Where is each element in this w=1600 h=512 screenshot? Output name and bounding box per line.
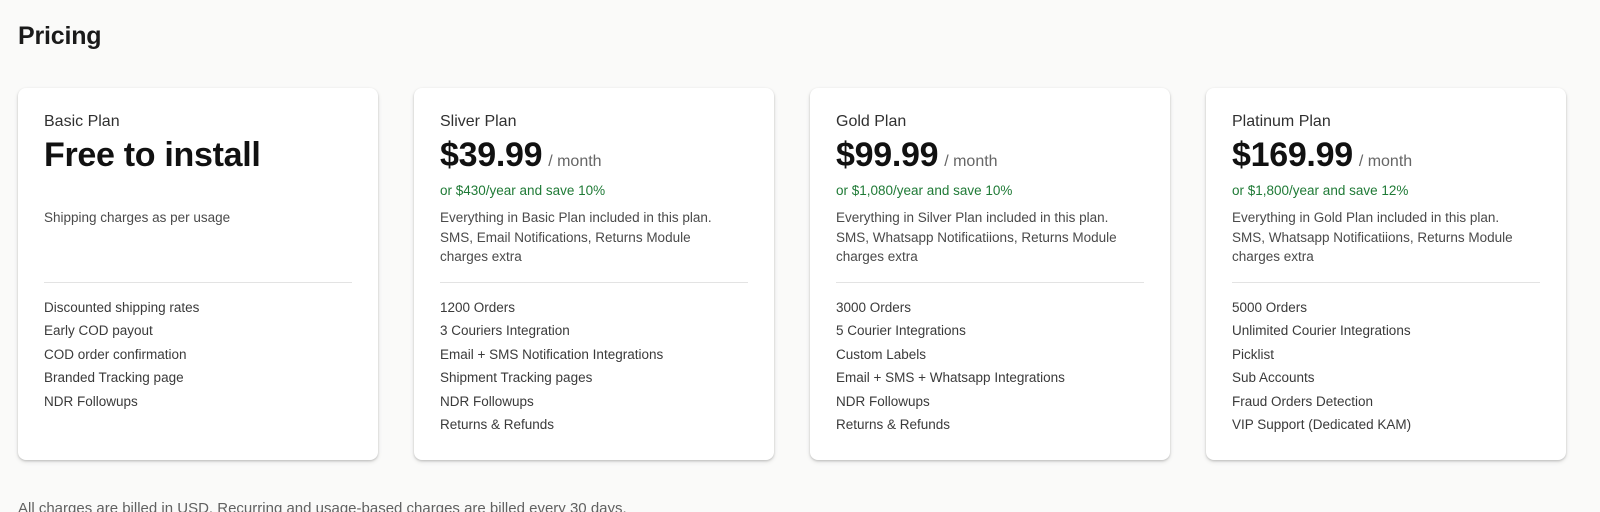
feature-item: 5 Courier Integrations [836,323,966,339]
plan-period: / month [548,153,602,170]
plan-name: Platinum Plan [1232,113,1331,130]
plan-description-line: charges extra [836,249,918,264]
plan-description-line: Everything in Gold Plan included in this… [1232,210,1500,225]
plan-price: $39.99 [440,136,543,174]
feature-item: NDR Followups [440,393,534,409]
feature-item: Discounted shipping rates [44,300,200,315]
feature-item: Branded Tracking page [44,370,184,386]
plan-description: Shipping charges as per usage [44,208,352,228]
feature-item: Returns & Refunds [836,417,951,433]
plan-name: Gold Plan [836,113,907,130]
plan-period: / month [944,153,998,170]
plan-description-line: charges extra [440,249,522,264]
price-row: $169.99 / month [1232,134,1540,176]
price-row: Free to install [44,134,352,176]
feature-item: Custom Labels [836,346,927,362]
feature-item: Unlimited Courier Integrations [1232,323,1411,339]
feature-item: Early COD payout [44,323,153,339]
feature-item: 3 Couriers Integration [440,323,570,339]
plan-card-basic[interactable]: Basic Plan Free to install Shipping char… [18,88,378,460]
feature-item: 1200 Orders [440,300,516,315]
pricing-page: Pricing Basic Plan Free to install Shipp… [0,0,1600,512]
divider [440,282,748,283]
plan-description-line: charges extra [1232,249,1314,264]
feature-item: NDR Followups [44,393,138,409]
page-title: Pricing [18,22,102,50]
feature-item: NDR Followups [836,393,930,409]
plan-description-line: SMS, Whatsapp Notificatiions, Returns Mo… [836,229,1117,245]
plan-description-line: SMS, Whatsapp Notificatiions, Returns Mo… [1232,229,1513,245]
plan-description-line: Everything in Silver Plan included in th… [836,210,1109,225]
price-row: $39.99 / month [440,134,748,176]
feature-list: 5000 Orders Unlimited Courier Integratio… [1232,296,1411,436]
divider [1232,282,1540,283]
feature-item: 3000 Orders [836,300,912,315]
feature-item: Fraud Orders Detection [1232,393,1374,409]
annual-savings: or $1,800/year and save 12% [1232,183,1409,198]
plan-price: $99.99 [836,136,939,174]
feature-list: 3000 Orders 5 Courier Integrations Custo… [836,296,1065,436]
plan-card-silver[interactable]: Sliver Plan $39.99 / month or $430/year … [414,88,774,460]
divider [44,282,352,283]
plan-price: $169.99 [1232,136,1353,174]
annual-savings: or $430/year and save 10% [440,183,606,198]
plan-description: Everything in Silver Plan included in th… [836,208,1144,267]
plan-name: Sliver Plan [440,113,517,130]
feature-item: Shipment Tracking pages [440,370,593,386]
feature-item: Email + SMS + Whatsapp Integrations [836,370,1065,386]
feature-list: 1200 Orders 3 Couriers Integration Email… [440,296,663,436]
feature-item: Email + SMS Notification Integrations [440,346,664,362]
feature-item: COD order confirmation [44,346,187,362]
feature-item: Returns & Refunds [440,417,555,433]
plan-period: / month [1358,153,1413,170]
plan-description-line: Everything in Basic Plan included in thi… [440,210,712,225]
plan-description-line: SMS, Email Notifications, Returns Module [440,229,691,245]
plan-card-gold[interactable]: Gold Plan $99.99 / month or $1,080/year … [810,88,1170,460]
billing-note: All charges are billed in USD. Recurring… [18,500,627,512]
plan-card-platinum[interactable]: Platinum Plan $169.99 / month or $1,800/… [1206,88,1566,460]
feature-item: 5000 Orders [1232,300,1308,315]
plan-description: Everything in Basic Plan included in thi… [440,208,748,267]
plan-name: Basic Plan [44,113,120,130]
divider [836,282,1144,283]
annual-savings: or $1,080/year and save 10% [836,183,1013,198]
plan-description: Everything in Gold Plan included in this… [1232,208,1540,267]
feature-list: Discounted shipping rates Early COD payo… [44,296,199,413]
plan-price: Free to install [44,136,261,174]
feature-item: Sub Accounts [1232,370,1315,386]
plan-description-line: Shipping charges as per usage [44,210,231,225]
price-row: $99.99 / month [836,134,1144,176]
feature-item: VIP Support (Dedicated KAM) [1232,417,1412,433]
feature-item: Picklist [1232,346,1275,362]
plan-cards: Basic Plan Free to install Shipping char… [18,88,1566,460]
